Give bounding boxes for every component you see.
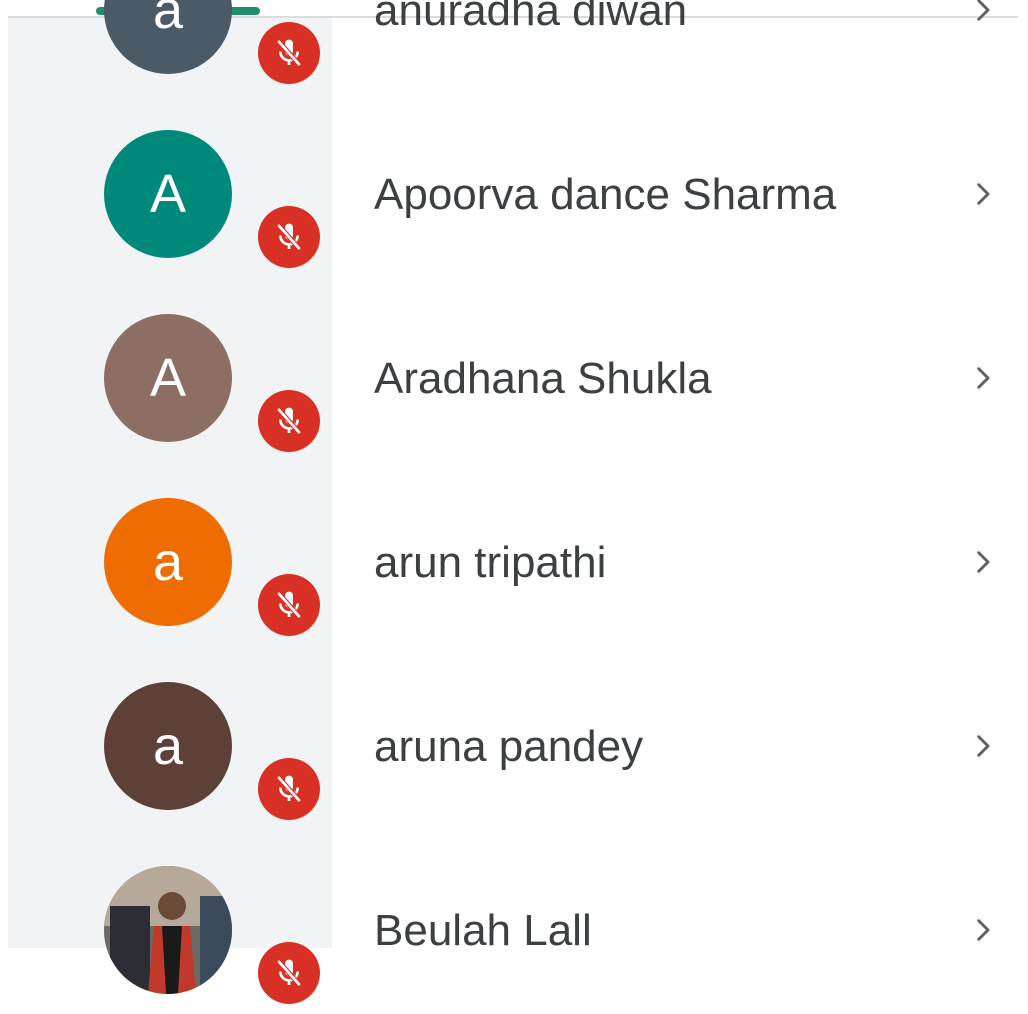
participant-row[interactable]: Beulah Lall <box>0 830 1028 1014</box>
participant-name: Beulah Lall <box>374 906 592 955</box>
chevron-right-icon[interactable] <box>968 363 998 393</box>
participant-row[interactable]: A Apoorva dance Sharma <box>0 94 1028 278</box>
participant-row[interactable]: a anuradha diwan <box>0 0 1028 94</box>
avatar-initial: a <box>152 716 184 776</box>
participant-name: Apoorva dance Sharma <box>374 170 837 219</box>
participant-name: Aradhana Shukla <box>374 354 712 403</box>
mic-off-icon <box>258 758 320 820</box>
mic-off-icon <box>258 22 320 84</box>
chevron-right-icon[interactable] <box>968 0 998 25</box>
chevron-right-icon[interactable] <box>968 547 998 577</box>
participant-avatar: A <box>104 130 232 258</box>
participant-row[interactable]: a aruna pandey <box>0 646 1028 830</box>
mic-off-icon <box>258 574 320 636</box>
chevron-right-icon[interactable] <box>968 915 998 945</box>
avatar-initial: A <box>149 348 187 408</box>
mic-off-icon <box>258 206 320 268</box>
participant-name: aruna pandey <box>374 722 644 771</box>
profile-photo <box>104 866 232 994</box>
participant-row[interactable]: a arun tripathi <box>0 462 1028 646</box>
participant-avatar: A <box>104 314 232 442</box>
avatar-initial: a <box>152 532 184 592</box>
chevron-right-icon[interactable] <box>968 731 998 761</box>
participant-avatar: a <box>104 0 232 74</box>
participant-avatar: a <box>104 682 232 810</box>
participant-name: anuradha diwan <box>374 0 688 35</box>
mic-off-icon <box>258 390 320 452</box>
participant-row[interactable]: A Aradhana Shukla <box>0 278 1028 462</box>
participant-avatar: a <box>104 498 232 626</box>
participant-name: arun tripathi <box>374 538 607 587</box>
avatar-initial: A <box>149 164 187 224</box>
avatar-initial: a <box>152 0 184 40</box>
chevron-right-icon[interactable] <box>968 179 998 209</box>
mic-off-icon <box>258 942 320 1004</box>
participant-avatar <box>104 866 232 994</box>
